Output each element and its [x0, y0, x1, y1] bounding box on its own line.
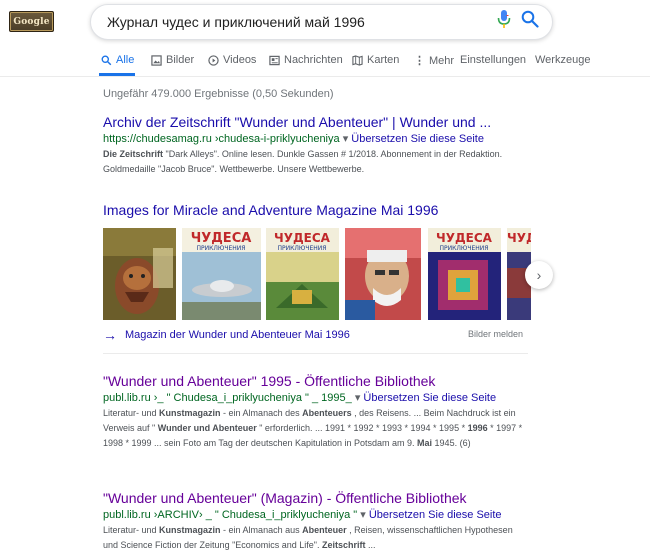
- report-images-link[interactable]: Bilder melden: [468, 329, 523, 339]
- tab-label: Alle: [116, 54, 135, 66]
- result-url-text[interactable]: publ.lib.ru ›_ " Chudesa_i_priklyucheniy…: [103, 392, 352, 404]
- arrow-right-icon: →: [103, 327, 117, 343]
- result-stats: Ungefähr 479.000 Ergebnisse (0,50 Sekund…: [103, 88, 334, 100]
- image-thumbnail[interactable]: [345, 228, 421, 320]
- tab-label: Bilder: [166, 54, 195, 66]
- cover-title: ЧУДЕСА: [507, 231, 531, 245]
- cover-subtitle: ПРИКЛЮЧЕНИЯ: [197, 245, 246, 252]
- result-title[interactable]: Archiv der Zeitschrift "Wunder und Abent…: [103, 114, 523, 130]
- map-icon: [352, 54, 363, 66]
- next-images-button[interactable]: ›: [525, 261, 553, 289]
- chevron-right-icon: ›: [536, 267, 542, 283]
- result-title[interactable]: "Wunder und Abenteuer" (Magazin) - Öffen…: [103, 490, 523, 506]
- tab-bar: Alle Bilder Videos Nachrichten Karten ⋮ …: [0, 46, 650, 77]
- google-logo[interactable]: Google: [9, 11, 54, 32]
- result-url-text[interactable]: https://chudesamag.ru ›chudesa-i-priklyu…: [103, 133, 340, 145]
- cover-title: ЧУДЕСА: [274, 231, 331, 245]
- cover-subtitle: ПРИКЛЮЧЕНИЯ: [440, 245, 489, 252]
- cover-subtitle: ПРИКЛЮЧЕНИЯ: [278, 245, 327, 252]
- image-thumbnail[interactable]: ЧУДЕСА ПРИКЛЮЧЕНИЯ: [428, 228, 501, 320]
- tab-all[interactable]: Alle: [101, 54, 134, 66]
- result-url: publ.lib.ru ›ARCHIV› _ " Chudesa_i_prikl…: [103, 508, 523, 521]
- search-result: Archiv der Zeitschrift "Wunder und Abent…: [103, 114, 523, 177]
- divider: [103, 353, 528, 354]
- news-icon: [269, 55, 280, 65]
- search-result: "Wunder und Abenteuer" 1995 - Öffentlich…: [103, 373, 523, 451]
- image-thumbnail[interactable]: ЧУДЕСА ПРИКЛЮЧЕНИЯ: [266, 228, 339, 320]
- translate-link[interactable]: Übersetzen Sie diese Seite: [369, 509, 502, 521]
- tab-tools[interactable]: Werkzeuge: [535, 54, 590, 66]
- tab-videos[interactable]: Videos: [208, 54, 256, 66]
- tab-news[interactable]: Nachrichten: [269, 54, 343, 66]
- tab-label: Karten: [367, 54, 400, 66]
- images-heading[interactable]: Images for Miracle and Adventure Magazin…: [103, 202, 438, 218]
- dropdown-arrow-icon[interactable]: ▾: [343, 133, 349, 145]
- dropdown-arrow-icon[interactable]: ▾: [355, 392, 361, 404]
- more-icon: ⋮: [414, 55, 425, 67]
- dropdown-arrow-icon[interactable]: ▾: [360, 509, 366, 521]
- tab-images[interactable]: Bilder: [151, 54, 194, 66]
- result-url: publ.lib.ru ›_ " Chudesa_i_priklyucheniy…: [103, 391, 523, 404]
- tab-settings[interactable]: Einstellungen: [460, 54, 526, 66]
- microphone-icon[interactable]: [497, 10, 511, 33]
- search-result: "Wunder und Abenteuer" (Magazin) - Öffen…: [103, 490, 523, 553]
- tab-label: Nachrichten: [284, 54, 343, 66]
- image-icon: [151, 54, 162, 66]
- cover-title: ЧУДЕСА: [191, 231, 252, 246]
- search-box[interactable]: [90, 4, 553, 40]
- result-url: https://chudesamag.ru ›chudesa-i-priklyu…: [103, 132, 523, 145]
- tab-label: Videos: [223, 54, 257, 66]
- result-snippet: Literatur- und Kunstmagazin - ein Almana…: [103, 525, 513, 550]
- magazine-link-label: Magazin der Wunder und Abenteuer Mai 199…: [125, 329, 350, 341]
- translate-link[interactable]: Übersetzen Sie diese Seite: [363, 392, 496, 404]
- result-title[interactable]: "Wunder und Abenteuer" 1995 - Öffentlich…: [103, 373, 523, 389]
- tab-maps[interactable]: Karten: [352, 54, 399, 66]
- result-url-text[interactable]: publ.lib.ru ›ARCHIV› _ " Chudesa_i_prikl…: [103, 509, 357, 521]
- tab-label: Werkzeuge: [535, 54, 591, 66]
- result-snippet: Literatur- und Kunstmagazin - ein Almana…: [103, 408, 523, 448]
- tab-label: Mehr: [429, 54, 455, 67]
- play-icon: [208, 54, 219, 66]
- image-thumbnail[interactable]: ЧУДЕСА ПРИКЛЮЧЕНИЯ: [182, 228, 261, 320]
- tab-more[interactable]: ⋮ Mehr: [414, 54, 455, 68]
- search-input[interactable]: [107, 5, 487, 39]
- image-thumbnail[interactable]: [103, 228, 176, 320]
- result-snippet: Die Zeitschrift "Dark Alleys". Online le…: [103, 149, 503, 174]
- active-tab-indicator: [99, 73, 135, 76]
- magazine-images-link[interactable]: → Magazin der Wunder und Abenteuer Mai 1…: [103, 327, 350, 343]
- translate-link[interactable]: Übersetzen Sie diese Seite: [351, 133, 484, 145]
- search-icon: [101, 55, 112, 65]
- cover-title: ЧУДЕСА: [436, 231, 493, 245]
- search-icon[interactable]: [521, 10, 539, 33]
- tab-label: Einstellungen: [460, 54, 527, 66]
